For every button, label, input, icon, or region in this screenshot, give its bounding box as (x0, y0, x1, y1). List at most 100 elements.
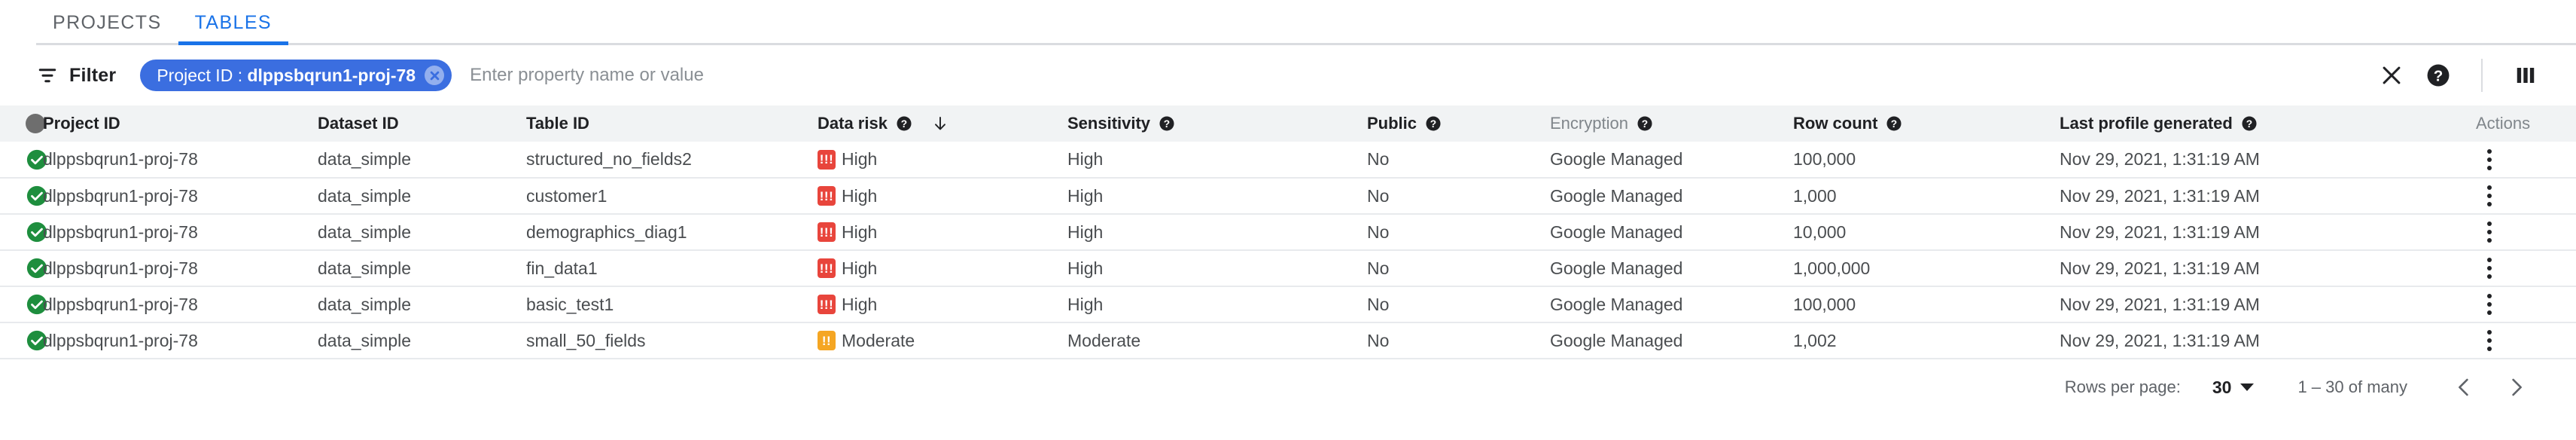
row-count-value: 1,002 (1793, 330, 1837, 350)
cell-encryption: Google Managed (1550, 286, 1793, 322)
sensitivity-value: High (1067, 294, 1104, 314)
tab-projects[interactable]: PROJECTS (36, 0, 178, 45)
filter-chip-project-id[interactable]: Project ID : dlppsbqrun1-proj-78 (140, 60, 452, 91)
cell-encryption: Google Managed (1550, 214, 1793, 250)
row-count-value: 100,000 (1793, 294, 1856, 314)
cell-project-id: dlppsbqrun1-proj-78 (43, 322, 318, 359)
clear-filter-button[interactable] (2368, 52, 2415, 99)
row-actions-menu-icon[interactable] (2476, 255, 2503, 282)
column-header-row-count[interactable]: Row count ? (1793, 105, 2060, 142)
project-id-value: dlppsbqrun1-proj-78 (43, 185, 198, 206)
rows-per-page-value: 30 (2212, 377, 2232, 397)
column-header-last-profile-generated[interactable]: Last profile generated ? (2060, 105, 2476, 142)
row-actions-menu-icon[interactable] (2476, 218, 2503, 246)
previous-page-button[interactable] (2437, 361, 2490, 414)
sort-descending-icon[interactable] (921, 115, 949, 133)
data-risk-value: High (842, 222, 878, 242)
data-risk-value: High (842, 185, 878, 206)
row-count-value: 100,000 (1793, 149, 1856, 169)
rows-per-page-select[interactable]: 30 (2212, 377, 2255, 398)
cell-encryption: Google Managed (1550, 322, 1793, 359)
table-header-row: Project ID Dataset ID Table ID Data risk… (0, 105, 2576, 142)
dataset-id-value: data_simple (318, 258, 412, 278)
filter-button[interactable]: Filter (36, 64, 116, 87)
table-header: Project ID Dataset ID Table ID Data risk… (0, 105, 2576, 142)
cell-actions (2476, 214, 2576, 250)
column-header-encryption[interactable]: Encryption ? (1550, 105, 1793, 142)
row-actions-menu-icon[interactable] (2476, 327, 2503, 354)
cell-project-id: dlppsbqrun1-proj-78 (43, 214, 318, 250)
table-row[interactable]: dlppsbqrun1-proj-78 data_simple basic_test… (0, 286, 2576, 322)
chevron-left-icon (2453, 376, 2475, 399)
help-circle-icon[interactable]: ? (2241, 115, 2258, 132)
next-page-button[interactable] (2490, 361, 2543, 414)
table-row[interactable]: dlppsbqrun1-proj-78 data_simple structured… (0, 142, 2576, 178)
svg-text:?: ? (1891, 118, 1897, 130)
help-button[interactable]: ? (2415, 52, 2462, 99)
cell-last-profile-generated: Nov 29, 2021, 1:31:19 AM (2060, 286, 2476, 322)
cell-data-risk: !!! High (818, 250, 1067, 286)
dataset-id-value: data_simple (318, 149, 412, 169)
cell-actions (2476, 250, 2576, 286)
data-risk-badge-icon: !! (818, 331, 836, 350)
help-circle-icon[interactable]: ? (1425, 115, 1442, 132)
cell-last-profile-generated: Nov 29, 2021, 1:31:19 AM (2060, 178, 2476, 214)
cell-encryption: Google Managed (1550, 250, 1793, 286)
sensitivity-value: High (1067, 149, 1104, 169)
column-header-table-id-label: Table ID (526, 114, 589, 133)
cell-project-id: dlppsbqrun1-proj-78 (43, 286, 318, 322)
column-display-button[interactable] (2502, 52, 2549, 99)
chip-remove-icon[interactable] (425, 66, 445, 85)
rows-per-page-label: Rows per page: (2064, 377, 2181, 396)
data-risk-badge-icon: !!! (818, 186, 836, 206)
cell-project-id: dlppsbqrun1-proj-78 (43, 142, 318, 178)
help-circle-icon[interactable]: ? (896, 115, 912, 132)
row-actions-menu-icon[interactable] (2476, 291, 2503, 318)
tab-tables[interactable]: TABLES (178, 0, 289, 45)
cell-dataset-id: data_simple (318, 214, 526, 250)
chevron-right-icon (2505, 376, 2528, 399)
table-row[interactable]: dlppsbqrun1-proj-78 data_simple demographi… (0, 214, 2576, 250)
column-header-sensitivity[interactable]: Sensitivity ? (1067, 105, 1367, 142)
cell-table-id: demographics_diag1 (526, 214, 818, 250)
cell-table-id: customer1 (526, 178, 818, 214)
table-id-value: customer1 (526, 185, 607, 206)
svg-text:?: ? (1430, 118, 1436, 130)
row-actions-menu-icon[interactable] (2476, 182, 2503, 209)
column-header-data-risk[interactable]: Data risk ? (818, 105, 1067, 142)
encryption-value: Google Managed (1550, 330, 1683, 350)
cell-public: No (1367, 286, 1550, 322)
table-id-value: structured_no_fields2 (526, 149, 692, 169)
data-risk-badge-icon: !!! (818, 258, 836, 278)
cell-status (0, 250, 47, 286)
row-count-value: 1,000,000 (1793, 258, 1871, 278)
column-header-public-label: Public (1367, 114, 1417, 133)
column-header-dataset-id[interactable]: Dataset ID (318, 105, 526, 142)
column-header-public[interactable]: Public ? (1367, 105, 1550, 142)
close-icon (2379, 63, 2404, 88)
svg-text:?: ? (1642, 118, 1648, 130)
column-header-actions-label: Actions (2476, 114, 2531, 133)
status-ok-icon (26, 329, 47, 352)
status-ok-icon (26, 257, 47, 280)
public-value: No (1367, 258, 1390, 278)
cell-public: No (1367, 178, 1550, 214)
last-profile-generated-value: Nov 29, 2021, 1:31:19 AM (2060, 258, 2260, 278)
cell-data-risk: !!! High (818, 286, 1067, 322)
help-circle-icon[interactable]: ? (1637, 115, 1653, 132)
cell-row-count: 100,000 (1793, 142, 2060, 178)
cell-status (0, 142, 47, 178)
column-header-project-id[interactable]: Project ID (43, 105, 318, 142)
help-circle-icon[interactable]: ? (1886, 115, 1902, 132)
table-row[interactable]: dlppsbqrun1-proj-78 data_simple customer1!… (0, 178, 2576, 214)
filter-input[interactable] (470, 59, 2368, 92)
table-row[interactable]: dlppsbqrun1-proj-78 data_simple fin_data1!… (0, 250, 2576, 286)
cell-table-id: small_50_fields (526, 322, 818, 359)
column-header-table-id[interactable]: Table ID (526, 105, 818, 142)
row-actions-menu-icon[interactable] (2476, 146, 2503, 173)
filter-button-label: Filter (69, 64, 117, 86)
project-id-value: dlppsbqrun1-proj-78 (43, 258, 198, 278)
table-row[interactable]: dlppsbqrun1-proj-78 data_simple small_50_f… (0, 322, 2576, 359)
help-circle-icon[interactable]: ? (1159, 115, 1175, 132)
cell-status (0, 322, 47, 359)
